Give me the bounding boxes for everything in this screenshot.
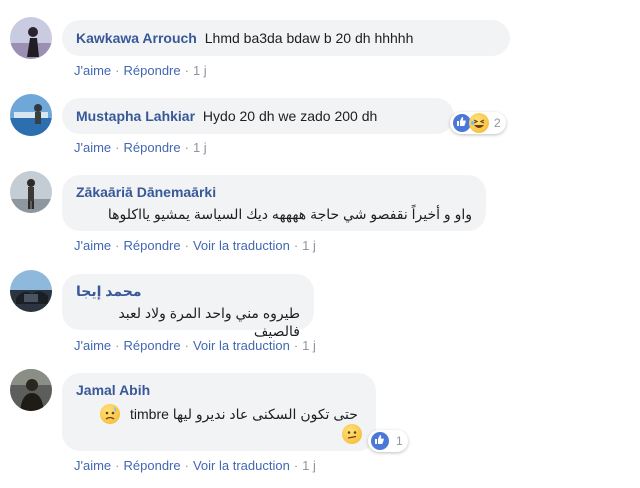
timestamp[interactable]: 1 j bbox=[302, 458, 316, 473]
translate-link[interactable]: Voir la traduction bbox=[193, 238, 290, 253]
comment-actions: J'aime · Répondre · Voir la traduction · 1 j bbox=[74, 238, 316, 253]
like-link[interactable]: J'aime bbox=[74, 338, 111, 353]
laughing-emoji-icon bbox=[469, 113, 489, 133]
comment-bubble: Zākaāriā Dānemaārki واو و أخيراً نقفصو ش… bbox=[62, 175, 486, 231]
reply-link[interactable]: Répondre bbox=[124, 338, 181, 353]
confused-emoji-icon bbox=[342, 424, 362, 444]
separator: · bbox=[184, 63, 189, 78]
timestamp[interactable]: 1 j bbox=[193, 63, 207, 78]
avatar[interactable] bbox=[10, 17, 52, 59]
avatar[interactable] bbox=[10, 94, 52, 136]
separator: · bbox=[115, 458, 120, 473]
reaction-summary[interactable]: 2 bbox=[450, 112, 506, 134]
separator: · bbox=[115, 238, 120, 253]
like-link[interactable]: J'aime bbox=[74, 458, 111, 473]
reply-link[interactable]: Répondre bbox=[124, 140, 181, 155]
comment-text: Lhmd ba3da bdaw b 20 dh hhhhh bbox=[204, 30, 414, 46]
reaction-count: 2 bbox=[494, 116, 501, 130]
translate-link[interactable]: Voir la traduction bbox=[193, 458, 290, 473]
separator: · bbox=[115, 140, 120, 155]
comment-author[interactable]: Jamal Abih bbox=[76, 381, 362, 399]
avatar[interactable] bbox=[10, 270, 52, 312]
avatar[interactable] bbox=[10, 369, 52, 411]
reaction-summary[interactable]: 1 bbox=[368, 430, 408, 452]
separator: · bbox=[184, 238, 189, 253]
comment-actions: J'aime · Répondre · 1 j bbox=[74, 63, 207, 78]
avatar[interactable] bbox=[10, 171, 52, 213]
like-link[interactable]: J'aime bbox=[74, 140, 111, 155]
reply-link[interactable]: Répondre bbox=[124, 238, 181, 253]
reply-link[interactable]: Répondre bbox=[124, 458, 181, 473]
separator: · bbox=[293, 338, 299, 353]
comment-bubble: Mustapha Lahkiar Hydo 20 dh we zado 200 … bbox=[62, 98, 454, 134]
comment-actions: J'aime · Répondre · Voir la traduction · 1 j bbox=[74, 338, 316, 353]
comment-author[interactable]: Mustapha Lahkiar bbox=[76, 108, 195, 124]
comment-actions: J'aime · Répondre · 1 j bbox=[74, 140, 207, 155]
comment-text: حتى تكون السكنى عاد نديرو ليها timbre bbox=[130, 406, 358, 422]
sweating-emoji-icon bbox=[100, 404, 120, 424]
comment-text-row: حتى تكون السكنى عاد نديرو ليها timbre bbox=[76, 404, 362, 424]
comment-bubble: محمد إيجا طيروه مني واحد المرة ولاد لعبد… bbox=[62, 274, 314, 339]
comment-text: واو و أخيراً نقفصو شي حاجة ههههه ديك الس… bbox=[107, 206, 472, 222]
comment-bubble: Jamal Abih حتى تكون السكنى عاد نديرو ليه… bbox=[62, 373, 376, 451]
separator: · bbox=[115, 63, 120, 78]
separator: · bbox=[184, 140, 189, 155]
timestamp[interactable]: 1 j bbox=[302, 338, 316, 353]
reply-link[interactable]: Répondre bbox=[124, 63, 181, 78]
comment-author[interactable]: Kawkawa Arrouch bbox=[76, 30, 197, 46]
timestamp[interactable]: 1 j bbox=[193, 140, 207, 155]
like-link[interactable]: J'aime bbox=[74, 63, 111, 78]
comment-actions: J'aime · Répondre · Voir la traduction · 1 j bbox=[74, 458, 316, 473]
separator: · bbox=[293, 238, 299, 253]
comment-text: Hydo 20 dh we zado 200 dh bbox=[202, 108, 378, 124]
separator: · bbox=[293, 458, 299, 473]
translate-link[interactable]: Voir la traduction bbox=[193, 338, 290, 353]
reaction-count: 1 bbox=[396, 434, 403, 448]
comment-bubble: Kawkawa Arrouch Lhmd ba3da bdaw b 20 dh … bbox=[62, 20, 510, 56]
separator: · bbox=[184, 338, 189, 353]
comment-author[interactable]: Zākaāriā Dānemaārki bbox=[76, 183, 472, 201]
comment-text: طيروه مني واحد المرة ولاد لعبد فالصيف bbox=[118, 305, 300, 339]
timestamp[interactable]: 1 j bbox=[302, 238, 316, 253]
comment-author[interactable]: محمد إيجا bbox=[76, 282, 300, 300]
separator: · bbox=[115, 338, 120, 353]
like-icon bbox=[370, 431, 390, 451]
like-link[interactable]: J'aime bbox=[74, 238, 111, 253]
separator: · bbox=[184, 458, 189, 473]
